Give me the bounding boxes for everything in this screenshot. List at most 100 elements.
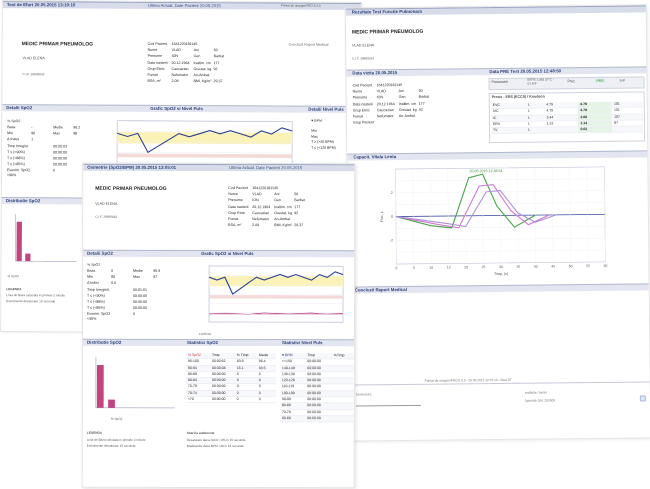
distrib-chart-b — [88, 354, 178, 416]
patient-name: VLAD ELENA — [352, 43, 375, 48]
distrib-title: Distributie SpO2 — [86, 339, 122, 345]
stats-title: Statistici SpO2 — [186, 339, 218, 345]
spo2-puls-chart-b — [199, 262, 353, 332]
flow-x-tick-label: 20 — [464, 265, 468, 269]
report-header-center: Ultima Actual. Date Pacient 20.05.2015 — [147, 2, 221, 9]
plot-time: 13:05:02 — [198, 331, 212, 336]
field-row-5: Grup Etnic Caucazian Greutat. kg 92 — [147, 66, 218, 71]
field-row-2: Nume VLAD Ani 50 — [147, 48, 218, 53]
detalii-spo2-title: Detalii SpO2 — [6, 105, 33, 111]
spo2-row: T ≤ (<85%) 00:00:00 — [87, 305, 148, 311]
flow-x-tick-label: 55 — [586, 264, 590, 268]
oximetry-header-center: Ultima Actual. Date Pacient 20.05.2015 — [229, 165, 303, 171]
distrib-chart-svg — [95, 356, 175, 409]
flow-x-tick-label: 10 — [429, 266, 433, 270]
report-header-left: Test de Efort 20.05.2015 13:10:10 — [6, 2, 76, 8]
legend-title: LEGENDA — [6, 287, 22, 292]
field-row-3: Prenume ION Gen Barbat — [228, 198, 305, 203]
concluzii-link[interactable]: Concluzii Raport Medical — [289, 43, 329, 47]
detalii-spo2-title: Detalii SpO2 — [87, 250, 114, 256]
spo2-row: Δ Index 1 — [7, 137, 34, 142]
spo2-puls-chart-svg — [208, 265, 344, 323]
spo2-row: T ≤ (<90%) 00:00:00 — [7, 149, 68, 155]
report-header-right: Printat de ampgenPRO 8.3.0 — [280, 3, 321, 8]
flow-x-tick-label: 5 — [413, 266, 415, 270]
x-axis-label: % SpO2 — [7, 274, 19, 279]
param-head-btps: BTPS 1.063 37°C - 07.8°F — [527, 77, 554, 86]
legend-line-1: Linia de Baza calculata in primele 3 min… — [6, 293, 66, 298]
field-row-6: Fumat Nefumator An-Ambal. — [147, 72, 211, 78]
data-vizita: Data vizita 20.05.2015 — [352, 70, 398, 76]
flow-x-label: Timp, (s) — [494, 272, 508, 276]
distrib-chart-svg — [15, 214, 77, 262]
capacity-chart: -2 0 2 0 5 10 15 20 25 30 35 40 45 50 55 60 20.05.2015 1… — [377, 161, 613, 278]
histogram-bar — [96, 364, 104, 408]
field-row-2: Nume VLAD Ani 50 — [228, 192, 299, 197]
param-head-pre: PRE — [594, 78, 606, 83]
spirolab: Spirolab S/N: 200000 — [524, 398, 556, 403]
flow-x-tick-label: 60 — [604, 264, 608, 268]
legend-line-1: Linia de Baza calculata in primele 3 min… — [86, 437, 146, 442]
param-head-percent: %P — [619, 78, 626, 83]
spo2-row: Min 80 Max 97 — [87, 274, 158, 280]
field-row-6: Fumat Nefumator An-Ambal. — [228, 216, 291, 222]
footer-divider — [349, 381, 650, 386]
grafic-title: Grafic SpO2 si Nivel Puls — [150, 105, 203, 112]
field-row-1: Cod Pacient 1641220181145 — [352, 82, 403, 88]
patient-name: VLAD ELENA — [95, 201, 118, 206]
legend-line-2: Evenimente desaturare 15 secunde — [6, 299, 56, 304]
flow-x-tick-label: 0 — [396, 266, 398, 270]
detalii-puls-title: Detalii Nivel Puls — [308, 106, 344, 112]
flow-y-tick-label: -2 — [390, 239, 393, 243]
distrib-chart-a — [7, 211, 79, 269]
spo2-row: T ≤ (<90%) 00:00:05 — [87, 293, 148, 298]
param-head-prez: Prez — [567, 79, 575, 84]
spo2-label: % SpO2 — [87, 262, 101, 267]
spo2-row: Baza - Medie 96.2 — [7, 125, 81, 130]
field-row-6: Fumat Nefumator An-Ambal. — [352, 113, 416, 119]
flow-y-tick-label: 0 — [391, 215, 393, 219]
semnatura-label: Semnatura — [355, 392, 372, 397]
data-pre: Data PRE Test 20.05.2015 12:48:50 — [489, 68, 562, 75]
prezis-label: Prezis - ERS (ECCS) / Knudson — [491, 94, 545, 100]
flow-x-tick-label: 30 — [499, 265, 503, 269]
flow-x-tick-label: 25 — [482, 265, 486, 269]
flow-caption: 20.05.2015 12:38:54 — [470, 169, 503, 173]
histogram-bar — [16, 221, 22, 262]
patient-fields: Cod Pacient 1641220181145 Nume VLAD Ani 50 P… — [353, 82, 473, 125]
medic-title: MEDIC PRIMAR PNEUMOLOG — [351, 28, 424, 36]
field-row-3: Prenume ION Gen Barbat — [352, 95, 430, 100]
conclusions-title: Concluzii Raport Medical — [354, 286, 407, 293]
signature-line — [355, 404, 421, 407]
legend-title: LEGENDA — [86, 430, 102, 435]
bpm-label: ♥ BPM — [311, 118, 322, 123]
field-row-4: Data nasterii 20.12.1964 Inaltim. cm 177 — [147, 60, 220, 65]
flow-x-tick-label: 50 — [569, 264, 573, 268]
cif: C.I.F. 28839033 — [352, 56, 375, 61]
capacity-title: Capacit. Vitala Lenta — [353, 154, 397, 160]
distrib-title: Distributie SpO2 — [5, 198, 41, 204]
spo2-row: Δ Index 0.6 — [87, 281, 117, 286]
stats-puls-title: Statistici Nivel Puls — [281, 340, 323, 346]
oximetry-header-left: Oximetrie (SpO2/BPM) 20.05.2015 13:05:01 — [87, 164, 177, 170]
patient-fields: Cod Pacient 1641220181145 Nume VLAD Ani 50 P… — [228, 186, 348, 228]
rapid-line-2: Bradicardie daca BPM <40 in 15 secunde — [186, 443, 244, 449]
spo2-row: Timp Inregist. 00:05:03 — [7, 143, 68, 148]
patient-fields: Cod Pacient 1641220181145 Nume VLAD Ani 50 P… — [147, 42, 267, 85]
flow-x-tick-label: 40 — [534, 265, 538, 269]
spo2-row: Min 90 Max 98 — [7, 131, 78, 136]
medic-title: MEDIC PRIMAR PNEUMOLOG — [95, 185, 167, 192]
spo2-stats-table: % SpO2 Timp% Timp Medie 95-100 00:00:52 83.9… — [185, 352, 276, 404]
flow-y-tick-label: 2 — [391, 191, 393, 195]
rapid-line-1: Desaturare daca SpO2 <3% in 15 secunde — [186, 437, 246, 443]
histogram-bar — [108, 399, 115, 408]
rapid-title: Sbari la aratimente — [186, 430, 215, 435]
field-row-7: BSA, m² 2.09 BMI, Kg/m² 29.37 — [228, 223, 304, 228]
flow-x-tick-label: 45 — [551, 264, 555, 268]
field-row-4: Data nasterii 20.12.1964 Inaltim. cm 177 — [228, 204, 301, 209]
page-icon — [639, 395, 646, 402]
institutia: Institutie: Setari — [524, 390, 547, 395]
x-axis-label: % SpO2 — [110, 416, 123, 421]
flow-x-tick-label: 15 — [447, 265, 451, 269]
flow-y-label: Flux, L — [380, 211, 384, 222]
